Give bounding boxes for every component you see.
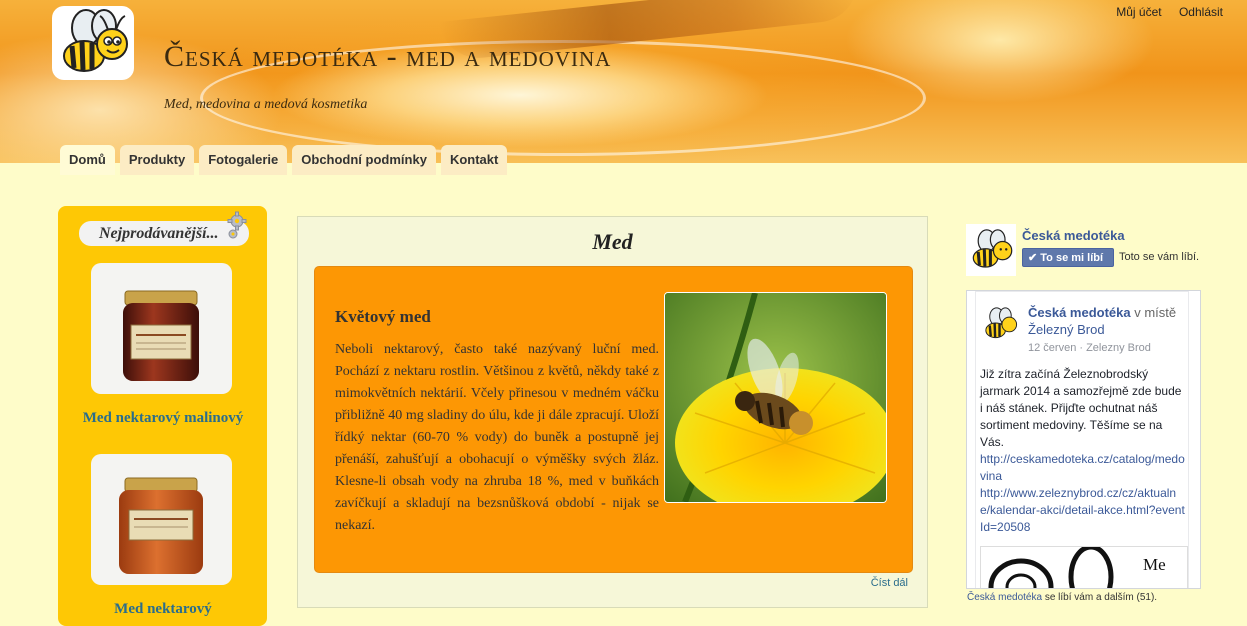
nav-tab-products[interactable]: Produkty — [119, 145, 195, 175]
bestsellers-box: Nejprodávanější... Med nektarový malinov… — [58, 206, 267, 626]
account-links: Můj účet Odhlásit — [1102, 5, 1223, 19]
nav-tab-home[interactable]: Domů — [60, 145, 115, 175]
fb-like-button-label: To se mi líbí — [1040, 252, 1104, 264]
fb-like-button[interactable]: ✔ To se mi líbí — [1022, 248, 1114, 267]
product-image-nectar-honey[interactable] — [91, 454, 232, 585]
nav-tab-terms[interactable]: Obchodní podmínky — [292, 145, 436, 175]
bee-logo-icon — [972, 229, 1013, 268]
fb-footer: Česká medotéka se líbí vám a dalším (51)… — [967, 592, 1157, 603]
product-link-nectar-honey[interactable]: Med nektarový — [78, 600, 248, 618]
fb-post-place-link[interactable]: Železný Brod — [1028, 322, 1105, 337]
fb-post-author-suffix: v místě — [1130, 305, 1177, 320]
honey-jar-icon — [119, 477, 203, 574]
fb-page-name-link[interactable]: Česká medotéka — [1022, 228, 1125, 243]
page-heading: Med — [592, 229, 633, 254]
fb-post-avatar[interactable] — [980, 304, 1020, 344]
article-title: Květový med — [335, 307, 431, 326]
fb-post-body: Již zítra začíná Železnobrodský jarmark … — [980, 367, 1182, 449]
article-box: Květový med Neboli nektarový, často také… — [314, 266, 913, 573]
fb-post-link-catalog[interactable]: http://ceskamedoteka.cz/catalog/medovina — [980, 452, 1185, 483]
facebook-like-box: Česká medotéka ✔ To se mi líbí Toto se v… — [962, 222, 1202, 613]
nav-tab-gallery[interactable]: Fotogalerie — [199, 145, 288, 175]
honey-jar-icon — [123, 290, 199, 381]
nav-tab-contact[interactable]: Kontakt — [440, 145, 508, 175]
fb-like-note: Toto se vám líbí. — [1119, 251, 1200, 263]
article-text: Neboli nektarový, často také nazývaný lu… — [335, 342, 659, 533]
main-content: Med Květový med Neboli nektarový, často … — [297, 216, 928, 608]
bee-logo-icon — [985, 307, 1018, 339]
bee-logo-icon — [63, 9, 128, 72]
read-more-link[interactable]: Číst dál — [871, 577, 908, 589]
bestsellers-title: Nejprodávanější... — [79, 221, 249, 246]
article-image — [664, 292, 887, 503]
fb-footer-page-link[interactable]: Česká medotéka — [967, 592, 1042, 603]
fb-post: Česká medotéka v místě Železný Brod 12 č… — [975, 291, 1189, 588]
fb-feed[interactable]: Česká medotéka v místě Železný Brod 12 č… — [966, 290, 1201, 589]
fb-post-author: Česká medotéka v místě Železný Brod — [1028, 304, 1178, 338]
site-subtitle: Med, medovina a medová kosmetika — [164, 97, 368, 112]
logout-link[interactable]: Odhlásit — [1179, 5, 1223, 19]
gear-icon[interactable] — [225, 211, 251, 246]
fb-page-avatar[interactable] — [966, 224, 1016, 276]
site-header: Česká medotéka - med a medovina Med, med… — [0, 0, 1247, 163]
product-image-raspberry-honey[interactable] — [91, 263, 232, 394]
main-navigation: Domů Produkty Fotogalerie Obchodní podmí… — [60, 145, 508, 175]
site-title[interactable]: Česká medotéka - med a medovina — [164, 40, 611, 74]
fb-footer-text: se líbí vám a dalším (51). — [1042, 592, 1158, 603]
fb-post-text: Již zítra začíná Železnobrodský jarmark … — [980, 366, 1186, 536]
fb-post-media-title: Me — [1143, 555, 1166, 574]
fb-post-date[interactable]: 12 červen · Zelezny Brod — [1028, 342, 1151, 354]
site-logo[interactable] — [52, 6, 134, 80]
product-link-raspberry-honey[interactable]: Med nektarový malinový — [78, 409, 248, 427]
my-account-link[interactable]: Můj účet — [1116, 5, 1161, 19]
bee-on-flower-icon — [665, 293, 886, 502]
fb-post-link-event[interactable]: http://www.zeleznybrod.cz/cz/aktualne/ka… — [980, 486, 1185, 534]
fb-post-media[interactable]: Me — [980, 546, 1188, 588]
fb-post-author-link[interactable]: Česká medotéka — [1028, 305, 1131, 320]
checkmark-icon: ✔ — [1028, 252, 1038, 264]
bee-sketch-icon — [988, 547, 1114, 588]
